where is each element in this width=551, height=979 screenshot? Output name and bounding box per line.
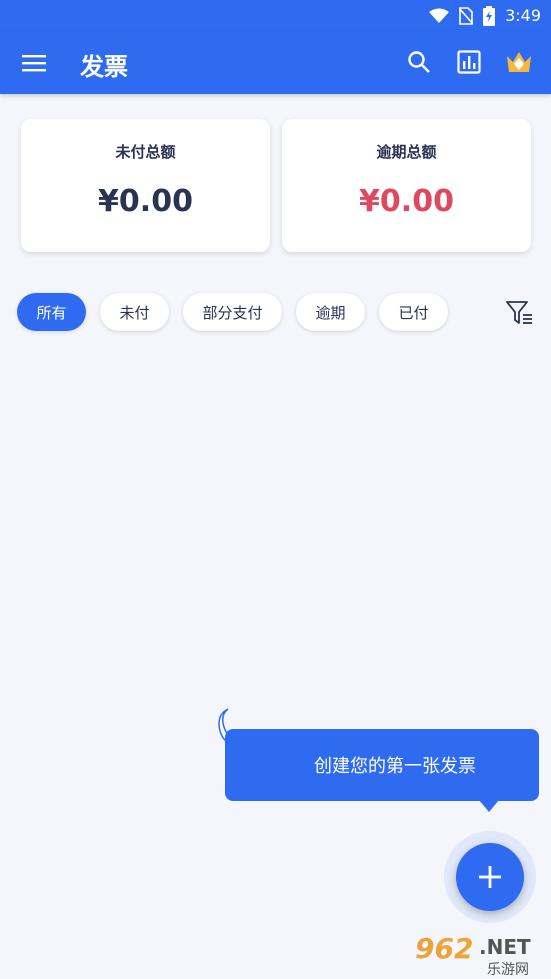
chip-paid[interactable]: 已付: [379, 293, 448, 331]
create-invoice-hint: 创建您的第一张发票: [225, 729, 539, 801]
unpaid-total-label: 未付总额: [115, 143, 176, 161]
svg-text:.NET: .NET: [479, 935, 531, 959]
plus-icon: [479, 866, 501, 888]
filter-icon[interactable]: [504, 298, 534, 328]
chip-partially-paid[interactable]: 部分支付: [183, 293, 282, 331]
unpaid-total-card: 未付总额 ¥0.00: [21, 119, 270, 252]
page-title: 发票: [80, 53, 128, 81]
app-bar: 发票: [0, 31, 551, 94]
overdue-total-label: 逾期总额: [376, 143, 437, 161]
svg-text:962: 962: [415, 932, 473, 965]
crown-icon[interactable]: [505, 46, 533, 78]
search-icon[interactable]: [405, 46, 433, 78]
chip-all[interactable]: 所有: [17, 293, 86, 331]
svg-text:乐游网: 乐游网: [487, 962, 529, 976]
battery-charging-icon: [483, 5, 496, 26]
hint-tail: [479, 800, 499, 812]
overdue-total-amount: ¥0.00: [359, 184, 454, 219]
no-sim-icon: [459, 6, 474, 25]
watermark-logo: 962 .NET 乐游网: [411, 928, 547, 978]
add-invoice-button[interactable]: [456, 843, 524, 911]
unpaid-total-amount: ¥0.00: [98, 184, 193, 219]
filter-chips: 所有 未付 部分支付 逾期 已付: [17, 293, 448, 331]
menu-icon[interactable]: [20, 49, 48, 77]
overdue-total-card: 逾期总额 ¥0.00: [282, 119, 531, 252]
wifi-icon: [429, 8, 450, 24]
status-time: 3:49: [505, 6, 541, 25]
chip-overdue[interactable]: 逾期: [296, 293, 365, 331]
bar-chart-icon[interactable]: [455, 46, 483, 78]
status-bar: 3:49: [0, 0, 551, 31]
chip-unpaid[interactable]: 未付: [100, 293, 169, 331]
